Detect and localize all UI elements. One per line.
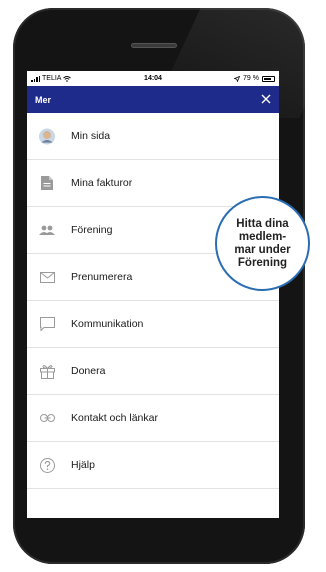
status-time: 14:04 [144, 75, 162, 82]
callout-line: mar under [234, 243, 291, 256]
menu-label: Förening [71, 224, 113, 236]
battery-icon [262, 75, 275, 82]
help-icon [39, 457, 55, 473]
link-icon [39, 410, 55, 426]
menu-item-kontakt-och-lankar[interactable]: Kontakt och länkar [27, 395, 279, 442]
envelope-icon [39, 269, 55, 285]
menu-label: Donera [71, 365, 106, 377]
callout-bubble: Hitta dina medlem- mar under Förening [215, 196, 310, 291]
document-icon [39, 175, 55, 191]
nav-bar: Mer [27, 86, 279, 113]
nav-title: Mer [35, 94, 52, 105]
close-button[interactable] [261, 92, 271, 107]
callout-line: Förening [237, 256, 288, 269]
menu-item-hjalp[interactable]: Hjälp [27, 442, 279, 489]
close-icon [261, 94, 271, 104]
menu-label: Min sida [71, 130, 111, 142]
app-screen: TELIA 14:04 79 % Mer Min sida Mina faktu… [27, 71, 279, 518]
menu-label: Mina fakturor [71, 177, 133, 189]
callout-text: Hitta dina medlem- mar under Förening [224, 218, 302, 270]
people-icon [39, 222, 55, 238]
callout-line: medlem- [238, 230, 287, 243]
menu-label: Kontakt och länkar [71, 412, 158, 424]
status-bar: TELIA 14:04 79 % [27, 71, 279, 86]
callout-line: Hitta dina [236, 217, 289, 230]
menu-item-kommunikation[interactable]: Kommunikation [27, 301, 279, 348]
menu-list: Min sida Mina fakturor Förening Prenumer… [27, 113, 279, 489]
menu-item-donera[interactable]: Donera [27, 348, 279, 395]
chat-icon [39, 316, 55, 332]
avatar [39, 128, 55, 144]
menu-label: Hjälp [71, 459, 95, 471]
phone-speaker [131, 43, 177, 48]
menu-label: Prenumerera [71, 271, 133, 283]
menu-item-min-sida[interactable]: Min sida [27, 113, 279, 160]
gift-icon [39, 363, 55, 379]
menu-label: Kommunikation [71, 318, 144, 330]
